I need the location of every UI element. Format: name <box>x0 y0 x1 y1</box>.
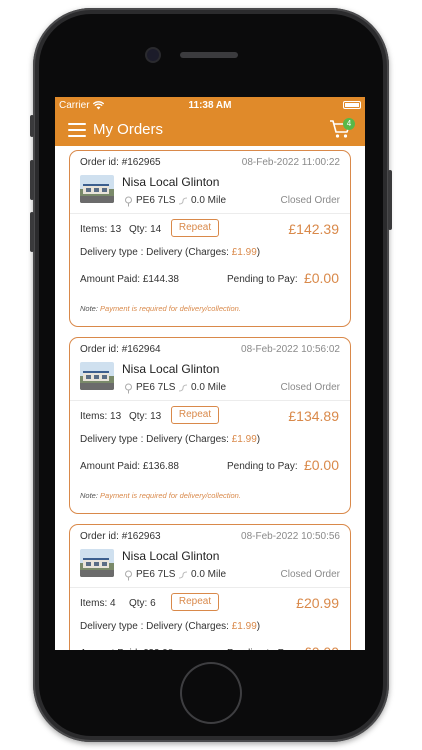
store-distance: 0.0 Mile <box>191 569 227 580</box>
store-distance: 0.0 Mile <box>191 382 227 393</box>
items-count: Items: 4 <box>80 598 116 609</box>
order-total: £142.39 <box>288 221 339 237</box>
nav-bar: My Orders 4 <box>55 114 365 146</box>
location-pin-icon <box>125 196 132 207</box>
store-postcode: PE6 7LS <box>136 195 176 206</box>
order-id: Order id: #162964 <box>80 344 161 355</box>
repeat-order-button[interactable]: Repeat <box>171 406 219 424</box>
pending-amount: £0.00 <box>303 270 339 286</box>
power-button <box>388 170 392 230</box>
store-name: Nisa Local Glinton <box>122 549 220 563</box>
pending-label: Pending to Pay: <box>227 274 298 285</box>
quantity-count: Qty: 6 <box>129 598 156 609</box>
app-screen: Carrier 11:38 AM My Orders 4 Order id: #… <box>55 97 365 650</box>
order-id: Order id: #162965 <box>80 157 161 168</box>
divider <box>70 213 350 214</box>
payment-note: Note: Payment is required for delivery/c… <box>80 304 241 313</box>
divider <box>70 400 350 401</box>
store-name: Nisa Local Glinton <box>122 362 220 376</box>
status-bar: Carrier 11:38 AM <box>55 97 365 114</box>
cart-button[interactable]: 4 <box>329 118 355 141</box>
repeat-order-button[interactable]: Repeat <box>171 219 219 237</box>
page-title: My Orders <box>93 121 164 138</box>
store-thumbnail <box>80 362 114 390</box>
order-card[interactable]: Order id: #162963 08-Feb-2022 10:50:56 N… <box>69 524 351 650</box>
repeat-order-button[interactable]: Repeat <box>171 593 219 611</box>
route-icon <box>178 197 188 205</box>
delivery-type: Delivery type : Delivery (Charges: £1.99… <box>80 621 261 632</box>
pending-amount: £0.00 <box>304 644 339 650</box>
order-status: Closed Order <box>280 569 340 580</box>
order-date: 08-Feb-2022 10:56:02 <box>241 344 340 355</box>
pending-label: Pending to Pay: <box>227 648 298 650</box>
payment-note: Note: Payment is required for delivery/c… <box>80 491 241 500</box>
quantity-count: Qty: 14 <box>129 224 162 235</box>
pending-amount: £0.00 <box>303 457 339 473</box>
store-thumbnail <box>80 175 114 203</box>
amount-paid: Amount Paid: £144.38 <box>80 274 179 285</box>
order-status: Closed Order <box>280 382 340 393</box>
order-id: Order id: #162963 <box>80 531 161 542</box>
items-count: Items: 13 <box>80 224 122 235</box>
route-icon <box>178 571 188 579</box>
order-card[interactable]: Order id: #162964 08-Feb-2022 10:56:02 N… <box>69 337 351 514</box>
hamburger-menu-icon[interactable] <box>68 123 86 137</box>
pending-label: Pending to Pay: <box>227 461 298 472</box>
home-button[interactable] <box>182 664 240 722</box>
earpiece-speaker <box>180 52 238 58</box>
store-thumbnail <box>80 549 114 577</box>
front-camera <box>147 49 159 61</box>
order-card[interactable]: Order id: #162965 08-Feb-2022 11:00:22 N… <box>69 150 351 327</box>
location-pin-icon <box>125 383 132 394</box>
quantity-count: Qty: 13 <box>129 411 162 422</box>
delivery-type: Delivery type : Delivery (Charges: £1.99… <box>80 247 261 258</box>
store-postcode: PE6 7LS <box>136 382 176 393</box>
items-count: Items: 13 <box>80 411 122 422</box>
amount-paid: Amount Paid: £22.98 <box>80 648 173 650</box>
order-status: Closed Order <box>280 195 340 206</box>
volume-up-button <box>30 160 34 200</box>
divider <box>70 587 350 588</box>
order-date: 08-Feb-2022 10:50:56 <box>241 531 340 542</box>
mute-switch <box>30 115 34 137</box>
order-date: 08-Feb-2022 11:00:22 <box>241 157 340 168</box>
store-name: Nisa Local Glinton <box>122 175 220 189</box>
route-icon <box>178 384 188 392</box>
cart-count-badge: 4 <box>343 118 355 130</box>
volume-down-button <box>30 212 34 252</box>
battery-icon <box>343 101 361 109</box>
status-time: 11:38 AM <box>188 100 232 111</box>
amount-paid: Amount Paid: £136.88 <box>80 461 179 472</box>
orders-list[interactable]: Order id: #162965 08-Feb-2022 11:00:22 N… <box>55 146 365 650</box>
location-pin-icon <box>125 570 132 581</box>
store-distance: 0.0 Mile <box>191 195 227 206</box>
delivery-type: Delivery type : Delivery (Charges: £1.99… <box>80 434 261 445</box>
order-total: £134.89 <box>288 408 339 424</box>
order-total: £20.99 <box>296 595 339 611</box>
store-postcode: PE6 7LS <box>136 569 176 580</box>
